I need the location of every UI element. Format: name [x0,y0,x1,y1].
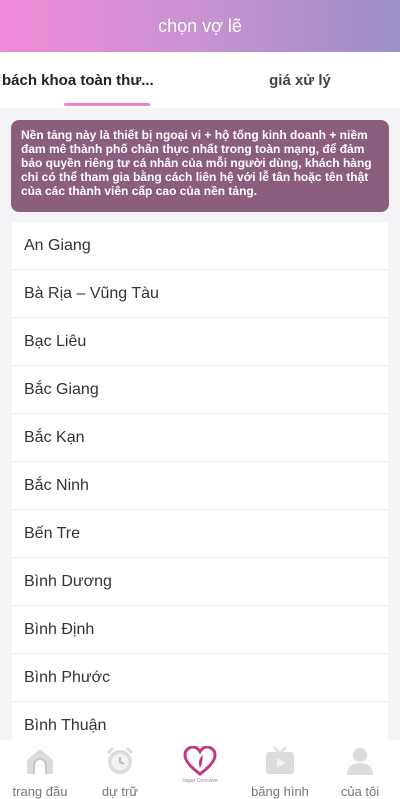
list-item[interactable]: Bình Định [12,606,388,654]
list-item[interactable]: Bình Phước [12,654,388,702]
user-icon [343,744,377,778]
list-item[interactable]: Bắc Giang [12,366,388,414]
list-item-label: Bến Tre [24,524,81,542]
app-header: chọn vợ lẽ [0,0,400,52]
nav-reserve[interactable]: dự trữ [80,740,160,799]
list-item-label: Bắc Ninh [24,476,89,494]
page-title: chọn vợ lẽ [158,15,242,36]
list-item[interactable]: Bình Dương [12,558,388,606]
list-item[interactable]: An Giang [12,222,388,270]
list-item-label: Bình Định [24,620,95,638]
nav-reserve-label: dự trữ [101,784,139,799]
notice-text: Nền tảng này là thiết bị ngoại vi + hộ t… [21,128,372,198]
nav-home[interactable]: trang đầu [0,740,80,799]
tab-encyclopedia-label: bách khoa toàn thư... [2,71,154,89]
nav-home-label: trang đầu [12,784,68,799]
heart-logo-icon [180,744,220,778]
nav-center-logo[interactable]: Vagar Conclave [160,740,240,799]
list-item-label: Bạc Liêu [24,332,87,350]
list-item[interactable]: Bắc Ninh [12,462,388,510]
home-icon [23,744,57,778]
list-item[interactable]: Bà Rịa – Vũng Tàu [12,270,388,318]
list-item-label: Bình Dương [24,572,112,590]
list-item-label: Bình Phước [24,668,111,686]
tab-prices-label: giá xử lý [269,71,331,89]
active-tab-indicator [64,103,150,106]
list-item[interactable]: Bắc Kạn [12,414,388,462]
list-item-label: Bình Thuận [24,716,107,734]
list-item-label: Bà Rịa – Vũng Tàu [24,284,159,302]
province-list: An Giang Bà Rịa – Vũng Tàu Bạc Liêu Bắc … [12,222,388,742]
bottom-nav: trang đầu dự trữ Vagar Conclave băng hìn… [0,740,400,799]
list-item[interactable]: Bến Tre [12,510,388,558]
tv-play-icon [263,744,297,778]
tab-encyclopedia[interactable]: bách khoa toàn thư... [0,52,200,108]
alarm-clock-icon [103,744,137,778]
list-item[interactable]: Bình Thuận [12,702,388,742]
list-item[interactable]: Bạc Liêu [12,318,388,366]
nav-video[interactable]: băng hình [240,740,320,799]
tab-prices[interactable]: giá xử lý [200,52,400,108]
nav-profile[interactable]: của tôi [320,740,400,799]
notice-banner: Nền tảng này là thiết bị ngoại vi + hộ t… [11,120,389,212]
nav-video-label: băng hình [251,784,309,799]
nav-profile-label: của tôi [340,784,380,799]
list-item-label: An Giang [24,236,91,254]
list-item-label: Bắc Kạn [24,428,85,446]
nav-center-label: Vagar Conclave [182,778,218,784]
list-item-label: Bắc Giang [24,380,99,398]
tab-bar-top: bách khoa toàn thư... giá xử lý [0,52,400,108]
